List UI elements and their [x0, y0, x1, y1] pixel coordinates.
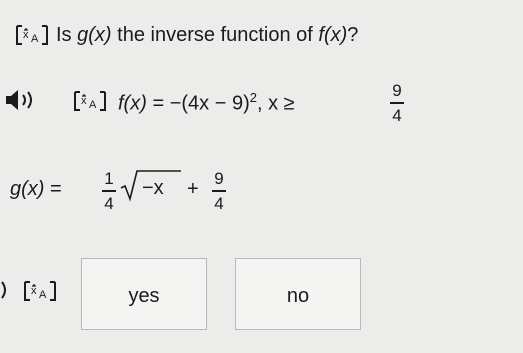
f-frac-num: 9: [392, 81, 402, 100]
f-domain: , x ≥: [256, 92, 295, 115]
f-exponent: 2: [249, 90, 257, 105]
question-prefix: Is: [56, 24, 72, 46]
svg-text:x: x: [23, 29, 29, 41]
translate-icon[interactable]: x A: [14, 22, 50, 48]
g-frac-den: 4: [214, 194, 224, 213]
g-lhs: g(x): [10, 178, 45, 200]
g-eq: =: [50, 178, 62, 200]
f-body: −(4x − 9): [169, 92, 250, 115]
svg-text:A: A: [39, 289, 47, 301]
g-constant-fraction: 9 4: [212, 170, 226, 212]
g-coef-num: 1: [104, 169, 114, 188]
yes-option-button[interactable]: yes: [81, 258, 207, 330]
g-plus: +: [187, 178, 199, 200]
svg-text:A: A: [89, 99, 97, 111]
question-f-of-x: f(x): [318, 24, 348, 46]
g-lhs-group: g(x) =: [10, 178, 62, 201]
yes-option-label: yes: [128, 285, 160, 307]
speaker-icon[interactable]: [0, 88, 40, 112]
g-frac-num: 9: [214, 169, 224, 188]
speaker-icon-partial[interactable]: [0, 279, 10, 301]
svg-text:A: A: [31, 33, 39, 45]
f-lhs: f(x): [118, 92, 147, 115]
no-option-label: no: [286, 285, 310, 307]
translate-icon[interactable]: x A: [72, 88, 108, 114]
question-g-of-x: g(x): [77, 24, 112, 46]
g-radicand: −x: [142, 177, 164, 199]
translate-icon[interactable]: x A: [22, 278, 58, 304]
f-frac-den: 4: [392, 106, 402, 125]
f-domain-fraction: 9 4: [390, 82, 404, 124]
svg-text:x: x: [81, 95, 87, 107]
question-middle: the inverse function of: [117, 24, 313, 46]
no-option-button[interactable]: no: [235, 258, 361, 330]
g-coefficient-fraction: 1 4: [102, 170, 116, 212]
g-coef-den: 4: [104, 194, 114, 213]
question-text: Is g(x) the inverse function of f(x)?: [56, 24, 358, 47]
f-eq: =: [152, 92, 165, 115]
question-suffix: ?: [347, 24, 359, 46]
f-expression: f(x) = −(4x − 9)2, x ≥: [118, 90, 295, 116]
svg-text:x: x: [31, 285, 37, 297]
